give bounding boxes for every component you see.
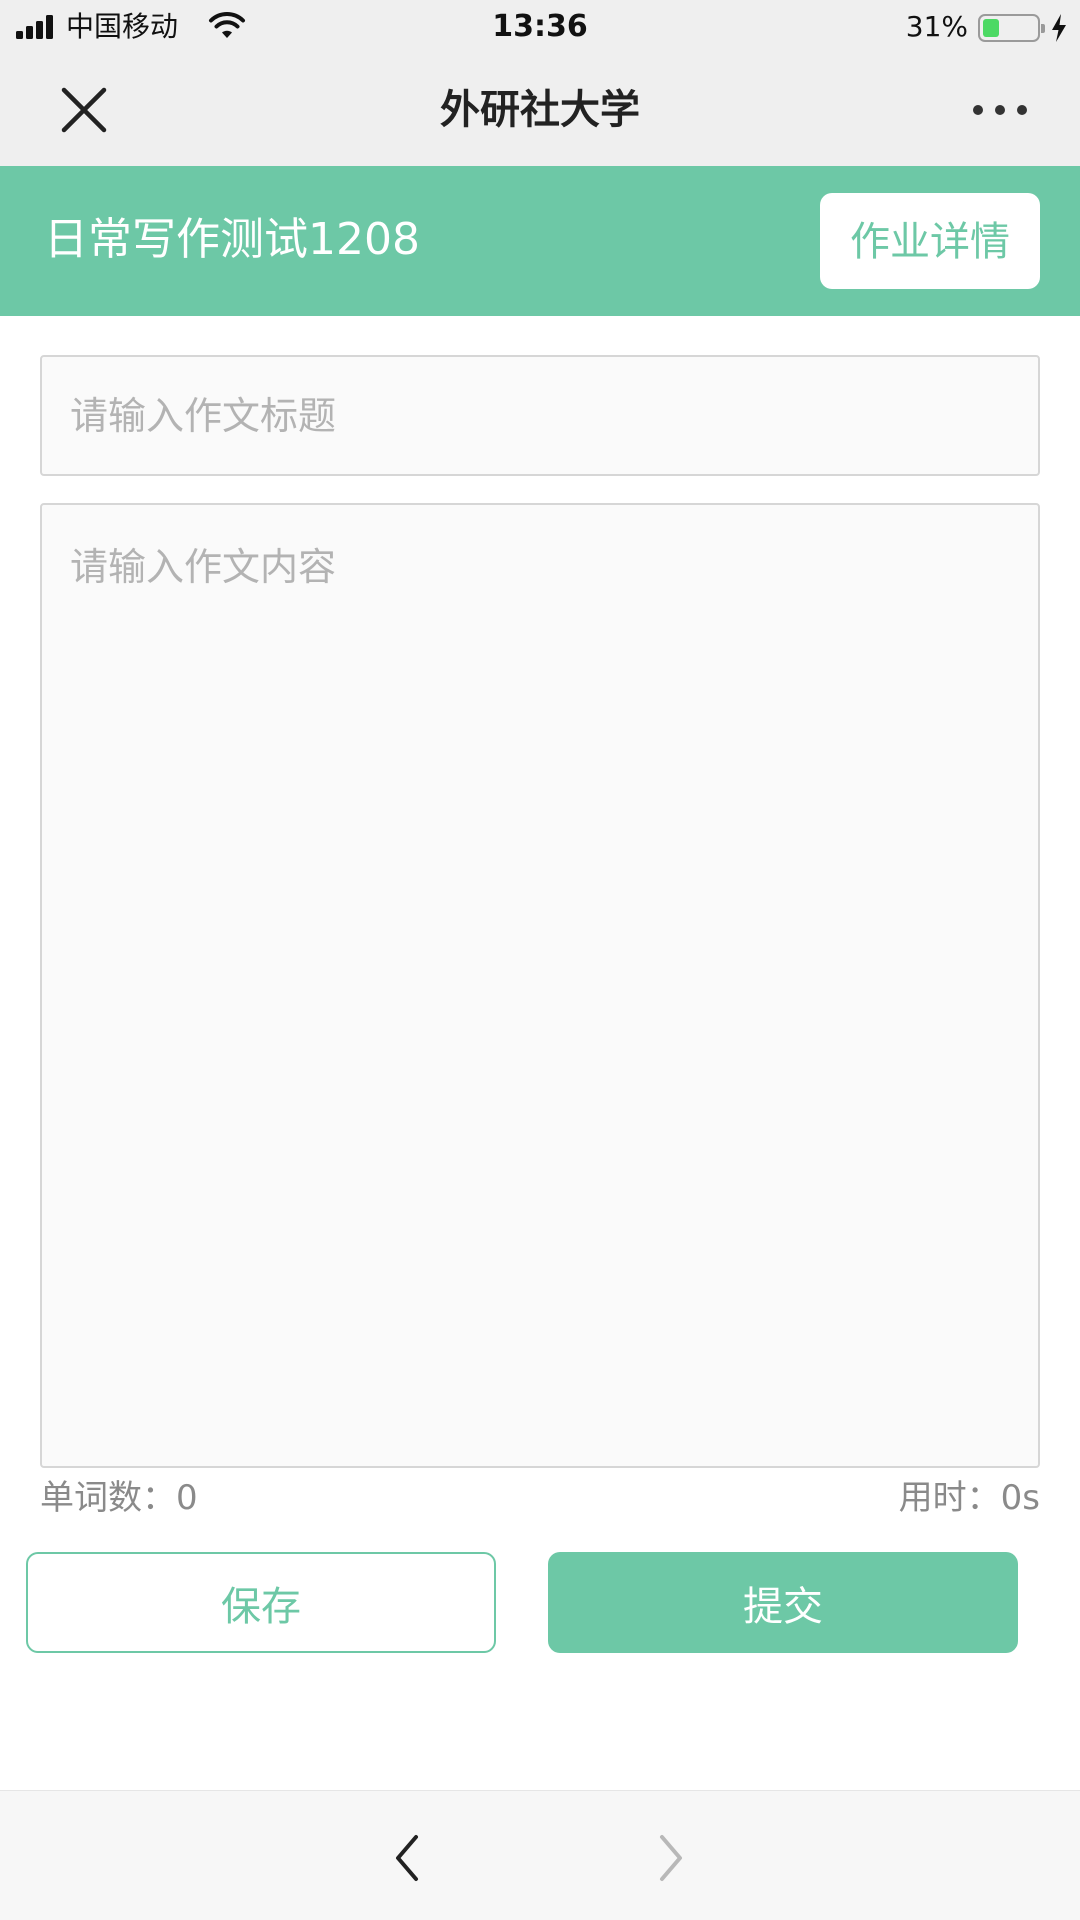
word-count: 单词数：0: [40, 1475, 198, 1521]
more-icon[interactable]: [972, 100, 1028, 120]
word-count-label: 单词数：: [40, 1478, 176, 1518]
essay-title-input[interactable]: [40, 355, 1040, 476]
time-used-label: 用时：: [898, 1478, 1001, 1518]
battery-icon: [978, 14, 1045, 42]
bottom-toolbar: [0, 1790, 1080, 1920]
page-title: 外研社大学: [440, 87, 640, 133]
assignment-detail-button[interactable]: 作业详情: [820, 193, 1040, 289]
nav-bar: 外研社大学: [0, 54, 1080, 166]
forward-arrow-icon[interactable]: [656, 1833, 686, 1883]
assignment-header: 日常写作测试1208 作业详情: [0, 166, 1080, 316]
charging-icon: [1052, 14, 1066, 42]
essay-content-input[interactable]: [40, 503, 1040, 1468]
word-count-value: 0: [176, 1478, 198, 1518]
time-used: 用时：0s: [899, 1475, 1040, 1521]
save-button[interactable]: 保存: [26, 1552, 496, 1653]
time-used-value: 0s: [1000, 1478, 1040, 1518]
back-arrow-icon[interactable]: [392, 1833, 422, 1883]
battery-level: [983, 19, 999, 37]
submit-button[interactable]: 提交: [548, 1552, 1018, 1653]
assignment-title: 日常写作测试1208: [44, 214, 420, 265]
battery-percentage: 31%: [905, 10, 968, 43]
status-bar: 中国移动 13:36 31%: [0, 0, 1080, 54]
